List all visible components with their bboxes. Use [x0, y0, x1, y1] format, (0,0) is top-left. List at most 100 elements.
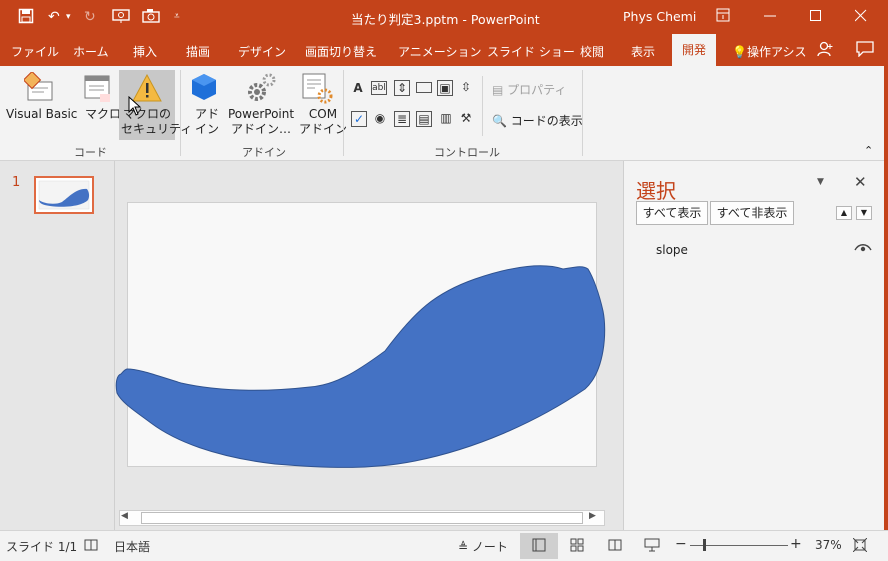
properties-button: ▤ プロパティ [492, 83, 567, 97]
tab-view[interactable]: 表示 [631, 43, 655, 60]
lightbulb-icon: 💡 [732, 45, 747, 59]
slide-thumbnail-pane: 1 [0, 161, 115, 530]
com-addins-button[interactable]: COM アドイン [299, 107, 347, 137]
slide-thumbnail[interactable] [34, 176, 94, 214]
spin-button-control-icon[interactable]: ⇕ [394, 80, 410, 96]
undo-dropdown-icon[interactable]: ▾ [66, 8, 71, 26]
visual-basic-icon[interactable] [22, 70, 56, 104]
com-addins-icon[interactable] [301, 72, 333, 104]
group-separator [180, 70, 181, 156]
group-controls-label: コントロール [434, 146, 500, 159]
window-title: 当たり判定3.pptm - PowerPoint [351, 12, 540, 27]
fit-to-window-icon[interactable] [852, 537, 868, 555]
mouse-cursor-icon [128, 95, 142, 119]
comments-icon[interactable] [856, 41, 874, 60]
normal-view-icon [532, 538, 546, 555]
zoom-out-button[interactable]: − [675, 536, 687, 552]
minimize-icon[interactable] [764, 8, 776, 27]
zoom-level[interactable]: 37% [815, 538, 842, 552]
close-icon[interactable] [854, 8, 867, 27]
selection-pane: 選択 ▼ ✕ すべて表示 すべて非表示 ▲ ▼ slope [623, 161, 885, 530]
tab-slideshow[interactable]: スライド ショー [487, 43, 575, 60]
view-code-icon: 🔍 [492, 114, 507, 128]
group-code-label: コード [74, 146, 107, 159]
tab-draw[interactable]: 描画 [186, 43, 210, 60]
ribbon-display-options-icon[interactable] [716, 8, 730, 27]
zoom-slider-thumb[interactable] [703, 539, 706, 551]
undo-icon[interactable]: ↶ [48, 8, 60, 26]
scrollbar-control-icon[interactable]: ⇳ [459, 80, 473, 94]
macro-icon[interactable] [82, 72, 114, 104]
tab-animations[interactable]: アニメーション [398, 43, 482, 60]
control-separator [482, 76, 483, 136]
command-button-control-icon[interactable] [416, 82, 432, 93]
hide-all-button[interactable]: すべて非表示 [710, 201, 794, 225]
combobox-control-icon[interactable]: ▤ [416, 111, 432, 127]
tab-review[interactable]: 校閲 [580, 43, 604, 60]
slide-counter: スライド 1/1 [6, 540, 78, 554]
maximize-icon[interactable] [810, 8, 822, 27]
label-control-icon[interactable]: A [351, 81, 365, 95]
slide-number: 1 [12, 175, 21, 190]
more-controls-icon[interactable]: ⚒ [459, 111, 473, 125]
gear-icon[interactable] [245, 72, 277, 104]
notes-icon: ≜ [458, 540, 469, 554]
language-indicator[interactable]: 日本語 [114, 538, 150, 555]
addins-icon[interactable] [190, 72, 218, 102]
proofing-icon[interactable] [84, 538, 98, 555]
visibility-eye-icon[interactable] [854, 241, 872, 258]
user-name[interactable]: Phys Chemi [623, 9, 696, 24]
listbox-control-icon[interactable]: ≣ [394, 111, 410, 127]
show-all-button[interactable]: すべて表示 [636, 201, 708, 225]
group-separator [343, 70, 344, 156]
redo-icon: ↻ [84, 9, 96, 25]
tab-home[interactable]: ホーム [73, 43, 109, 60]
ribbon-tabs: ファイル ホーム 挿入 描画 デザイン 画面切り替え アニメーション スライド … [0, 34, 888, 66]
customize-toolbar-icon[interactable]: ⩡ [174, 8, 180, 26]
send-backward-icon[interactable]: ▼ [856, 206, 872, 220]
reading-view-icon[interactable] [608, 538, 622, 555]
image-control-icon[interactable]: ▣ [437, 80, 453, 96]
tab-transitions[interactable]: 画面切り替え [305, 43, 377, 60]
zoom-in-button[interactable]: + [790, 536, 802, 552]
window-border [884, 34, 888, 530]
view-code-button[interactable]: 🔍 コードの表示 [492, 112, 583, 129]
tab-file[interactable]: ファイル [11, 43, 59, 60]
addins-button[interactable]: アド イン [195, 107, 219, 137]
slideshow-view-icon[interactable] [644, 538, 660, 555]
tell-me-search[interactable]: 💡操作アシス [732, 43, 806, 60]
title-bar: ↶ ▾ ↻ ⩡ 当たり判定3.pptm - PowerPoint Phys Ch… [0, 0, 888, 34]
account-icon[interactable] [817, 41, 833, 60]
slide-shapes [115, 265, 606, 468]
option-button-control-icon[interactable]: ◉ [373, 111, 387, 125]
list-item[interactable]: slope [636, 239, 876, 261]
collapse-ribbon-icon[interactable]: ⌃ [864, 144, 873, 157]
selection-pane-title: 選択 [636, 179, 676, 203]
slide-editing-area: ◀ ▶ [115, 161, 622, 530]
camera-icon[interactable] [142, 8, 160, 29]
ribbon: Visual Basic マクロ マクロの セキュリティ コード アド イン Pow… [0, 66, 884, 161]
save-icon[interactable] [18, 8, 34, 29]
slide-sorter-icon[interactable] [570, 538, 584, 555]
scrollbar-thumb[interactable] [141, 512, 583, 524]
group-separator [582, 70, 583, 156]
textbox-control-icon[interactable]: abl [371, 81, 387, 95]
tab-design[interactable]: デザイン [238, 43, 286, 60]
visual-basic-button[interactable]: Visual Basic [6, 107, 77, 122]
macro-button[interactable]: マクロ [85, 107, 121, 122]
tab-developer[interactable]: 開発 [672, 34, 717, 66]
toggle-button-control-icon[interactable]: ▥ [439, 111, 453, 125]
start-slideshow-icon[interactable] [112, 8, 130, 29]
bring-forward-icon[interactable]: ▲ [836, 206, 852, 220]
pane-options-dropdown-icon[interactable]: ▼ [817, 177, 824, 187]
slope-shape[interactable] [115, 265, 606, 468]
notes-button[interactable]: ≜ ノート [458, 538, 508, 555]
scroll-left-icon[interactable]: ◀ [121, 511, 128, 521]
checkbox-control-icon[interactable]: ✓ [351, 111, 367, 127]
properties-icon: ▤ [492, 83, 504, 97]
tab-insert[interactable]: 挿入 [133, 43, 157, 60]
status-bar: スライド 1/1 日本語 ≜ ノート − + 37% [0, 530, 888, 561]
powerpoint-addins-button[interactable]: PowerPoint アドイン… [228, 107, 294, 137]
scroll-right-icon[interactable]: ▶ [589, 511, 596, 521]
close-pane-icon[interactable]: ✕ [854, 173, 867, 191]
